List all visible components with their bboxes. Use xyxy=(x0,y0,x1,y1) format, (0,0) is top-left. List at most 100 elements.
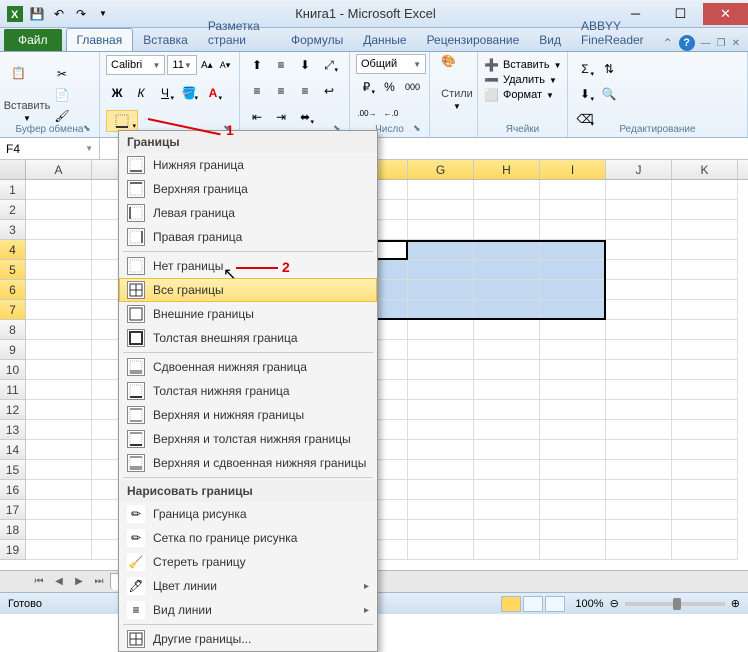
save-icon[interactable]: 💾 xyxy=(28,5,46,23)
cell[interactable] xyxy=(26,420,92,440)
underline-button[interactable]: Ч▾ xyxy=(154,82,176,104)
align-center-icon[interactable]: ≡ xyxy=(270,80,292,102)
align-bottom-icon[interactable]: ⬇ xyxy=(294,54,316,76)
styles-button[interactable]: 🎨 Стили ▼ xyxy=(436,54,478,111)
cell[interactable] xyxy=(606,540,672,560)
cell[interactable] xyxy=(606,240,672,260)
row-header[interactable]: 11 xyxy=(0,380,26,400)
row-header[interactable]: 6 xyxy=(0,280,26,300)
cell[interactable] xyxy=(672,220,738,240)
cell[interactable] xyxy=(408,460,474,480)
cell[interactable] xyxy=(474,260,540,280)
cell[interactable] xyxy=(408,240,474,260)
undo-icon[interactable]: ↶ xyxy=(50,5,68,23)
doc-close-icon[interactable]: ✕ xyxy=(732,38,740,49)
cell[interactable] xyxy=(474,200,540,220)
cell[interactable] xyxy=(408,380,474,400)
cell[interactable] xyxy=(26,180,92,200)
cell[interactable] xyxy=(26,320,92,340)
cell[interactable] xyxy=(672,340,738,360)
cell[interactable] xyxy=(606,340,672,360)
row-header[interactable]: 1 xyxy=(0,180,26,200)
row-header[interactable]: 3 xyxy=(0,220,26,240)
italic-button[interactable]: К xyxy=(130,82,152,104)
cell[interactable] xyxy=(26,480,92,500)
cell[interactable] xyxy=(672,180,738,200)
insert-cells-button[interactable]: ➕Вставить▼ xyxy=(484,58,561,72)
erase-border-item[interactable]: 🧹Стереть границу xyxy=(119,550,377,574)
border-double-bottom-item[interactable]: Сдвоенная нижняя граница xyxy=(119,355,377,379)
clipboard-launcher[interactable]: ⬊ xyxy=(83,123,95,135)
cell[interactable] xyxy=(672,420,738,440)
percent-icon[interactable]: % xyxy=(379,76,400,98)
view-page-layout-button[interactable] xyxy=(523,596,543,612)
zoom-level[interactable]: 100% xyxy=(575,598,603,610)
tab-review[interactable]: Рецензирование xyxy=(417,29,530,51)
row-header[interactable]: 10 xyxy=(0,360,26,380)
cell[interactable] xyxy=(606,520,672,540)
cell[interactable] xyxy=(672,260,738,280)
cell[interactable] xyxy=(540,280,606,300)
view-page-break-button[interactable] xyxy=(545,596,565,612)
cell[interactable] xyxy=(26,520,92,540)
cell[interactable] xyxy=(540,220,606,240)
cell[interactable] xyxy=(606,500,672,520)
cell[interactable] xyxy=(408,200,474,220)
row-header[interactable]: 14 xyxy=(0,440,26,460)
cell[interactable] xyxy=(672,400,738,420)
cell[interactable] xyxy=(26,220,92,240)
row-header[interactable]: 16 xyxy=(0,480,26,500)
cell[interactable] xyxy=(606,300,672,320)
copy-button[interactable]: 📄 xyxy=(52,85,72,105)
tab-abbyy[interactable]: ABBYY FineReader xyxy=(571,15,663,51)
sheet-nav-last[interactable]: ⏭ xyxy=(90,576,108,587)
qat-dropdown-icon[interactable]: ▼ xyxy=(94,5,112,23)
cell[interactable] xyxy=(540,240,606,260)
cell[interactable] xyxy=(408,440,474,460)
cell[interactable] xyxy=(540,420,606,440)
tab-insert[interactable]: Вставка xyxy=(133,29,198,51)
cell[interactable] xyxy=(408,500,474,520)
col-header[interactable]: H xyxy=(474,160,540,179)
border-all-item[interactable]: Все границы xyxy=(119,278,377,302)
cell[interactable] xyxy=(606,480,672,500)
delete-cells-button[interactable]: ➖Удалить▼ xyxy=(484,73,561,87)
cell[interactable] xyxy=(408,260,474,280)
fill-color-button[interactable]: 🪣▾ xyxy=(178,82,200,104)
cell[interactable] xyxy=(408,480,474,500)
cell[interactable] xyxy=(672,200,738,220)
format-cells-button[interactable]: ⬜Формат▼ xyxy=(484,88,561,102)
col-header[interactable]: K xyxy=(672,160,738,179)
borders-button[interactable]: ▾ xyxy=(106,110,138,132)
draw-border-grid-item[interactable]: ✏Сетка по границе рисунка xyxy=(119,526,377,550)
align-left-icon[interactable]: ≡ xyxy=(246,80,268,102)
cell[interactable] xyxy=(26,280,92,300)
cell[interactable] xyxy=(606,260,672,280)
cell[interactable] xyxy=(474,400,540,420)
cell[interactable] xyxy=(672,320,738,340)
col-header[interactable]: A xyxy=(26,160,92,179)
currency-icon[interactable]: ₽▾ xyxy=(356,76,377,98)
increase-indent-icon[interactable]: ⇥ xyxy=(270,106,292,128)
tab-page-layout[interactable]: Разметка страни xyxy=(198,15,281,51)
close-button[interactable]: ✕ xyxy=(703,3,748,25)
find-icon[interactable]: 🔍 xyxy=(598,83,620,105)
cell[interactable] xyxy=(672,440,738,460)
sheet-nav-first[interactable]: ⏮ xyxy=(30,576,48,587)
border-thick-bottom-item[interactable]: Толстая нижняя граница xyxy=(119,379,377,403)
more-borders-item[interactable]: Другие границы... xyxy=(119,627,377,651)
row-header[interactable]: 18 xyxy=(0,520,26,540)
cell[interactable] xyxy=(606,200,672,220)
cell[interactable] xyxy=(474,540,540,560)
merge-icon[interactable]: ⬌▾ xyxy=(294,106,316,128)
autosum-icon[interactable]: Σ▾ xyxy=(574,58,596,80)
row-header[interactable]: 9 xyxy=(0,340,26,360)
cell[interactable] xyxy=(540,480,606,500)
border-none-item[interactable]: Нет границы xyxy=(119,254,377,278)
maximize-button[interactable]: ☐ xyxy=(658,3,703,25)
cell[interactable] xyxy=(606,460,672,480)
cell[interactable] xyxy=(540,540,606,560)
font-color-button[interactable]: A▾ xyxy=(202,82,224,104)
cell[interactable] xyxy=(672,480,738,500)
cell[interactable] xyxy=(408,300,474,320)
